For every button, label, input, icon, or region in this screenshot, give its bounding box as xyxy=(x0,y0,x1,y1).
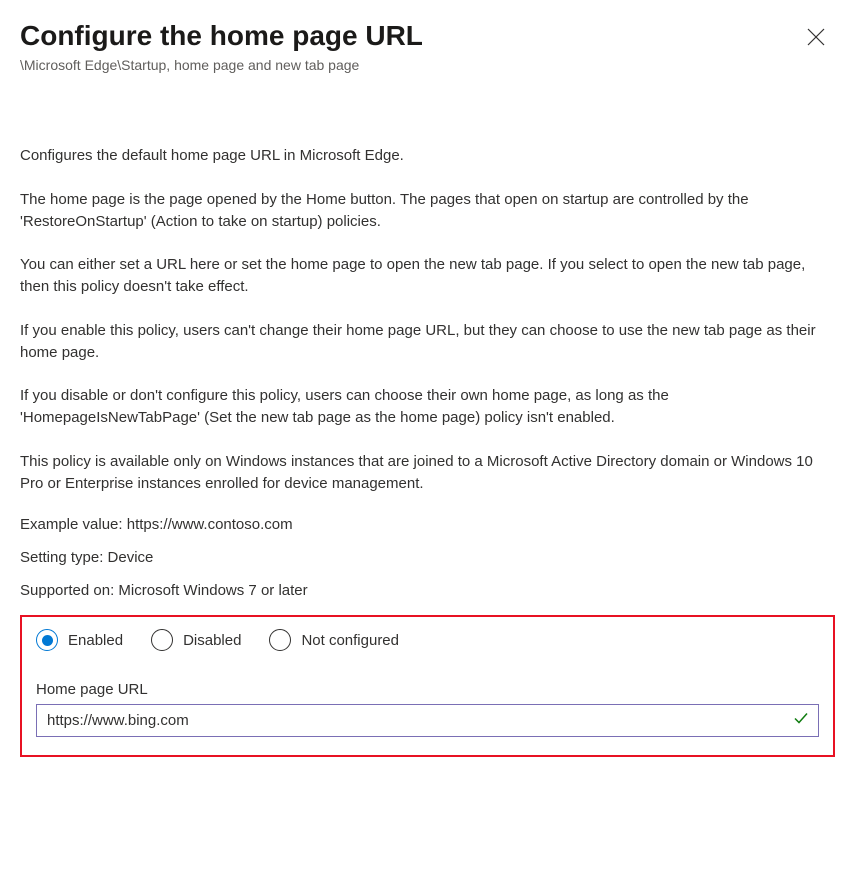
radio-enabled[interactable]: Enabled xyxy=(36,629,123,651)
description-paragraph: If you enable this policy, users can't c… xyxy=(20,320,835,364)
radio-icon xyxy=(269,629,291,651)
radio-label: Enabled xyxy=(68,632,123,649)
policy-state-radio-group: Enabled Disabled Not configured xyxy=(36,629,819,651)
example-value: Example value: https://www.contoso.com xyxy=(20,516,835,533)
home-page-url-label: Home page URL xyxy=(36,681,819,698)
home-page-url-input[interactable] xyxy=(36,704,819,737)
description-paragraph: The home page is the page opened by the … xyxy=(20,189,835,233)
page-title: Configure the home page URL xyxy=(20,18,423,53)
breadcrumb: \Microsoft Edge\Startup, home page and n… xyxy=(20,57,835,73)
configuration-panel: Enabled Disabled Not configured Home pag… xyxy=(20,615,835,757)
radio-icon xyxy=(36,629,58,651)
radio-label: Disabled xyxy=(183,632,241,649)
description-paragraph: If you disable or don't configure this p… xyxy=(20,385,835,429)
setting-type: Setting type: Device xyxy=(20,549,835,566)
description-paragraph: Configures the default home page URL in … xyxy=(20,145,835,167)
supported-on: Supported on: Microsoft Windows 7 or lat… xyxy=(20,582,835,599)
description-paragraph: You can either set a URL here or set the… xyxy=(20,254,835,298)
radio-not-configured[interactable]: Not configured xyxy=(269,629,399,651)
close-button[interactable] xyxy=(801,22,831,55)
radio-label: Not configured xyxy=(301,632,399,649)
description-paragraph: This policy is available only on Windows… xyxy=(20,451,835,495)
policy-description: Configures the default home page URL in … xyxy=(20,145,835,494)
radio-disabled[interactable]: Disabled xyxy=(151,629,241,651)
radio-icon xyxy=(151,629,173,651)
close-icon xyxy=(807,34,825,49)
